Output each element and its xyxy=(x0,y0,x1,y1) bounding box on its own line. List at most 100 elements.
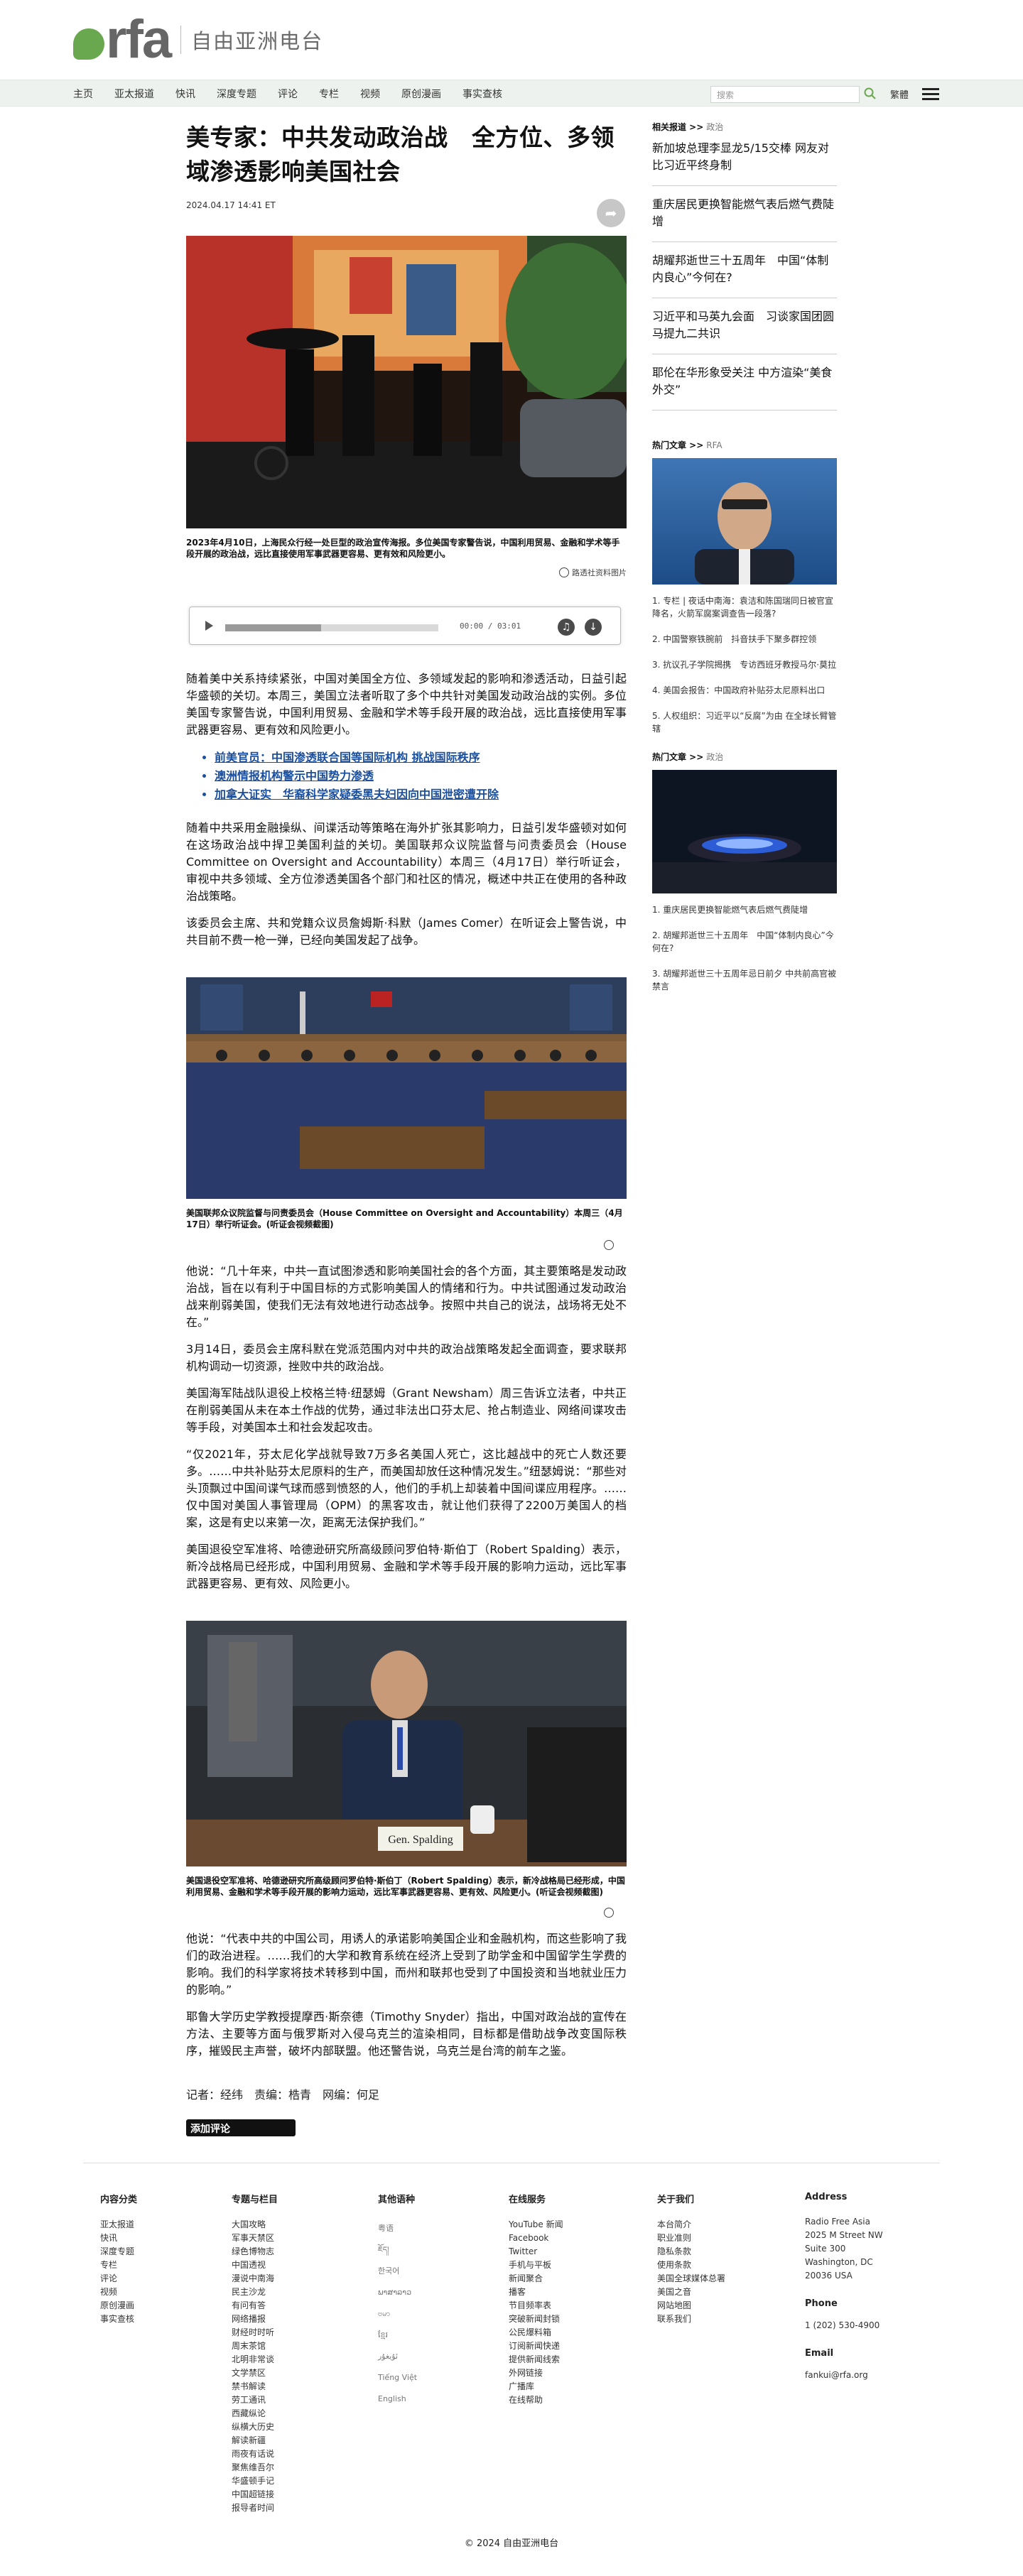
footer-link[interactable]: 评论 xyxy=(100,2272,137,2286)
headphones-icon[interactable]: ♫ xyxy=(558,619,575,636)
hot-article-link[interactable]: 4. 美国会报告：中国政府补贴芬太尼原料出口 xyxy=(652,684,837,697)
footer-link[interactable]: YouTube 新闻 xyxy=(509,2218,563,2232)
hot2-heading[interactable]: 热门文章 >> 政治 xyxy=(652,751,837,763)
nav-item[interactable]: 事实查核 xyxy=(462,87,502,101)
footer-link[interactable]: 中国超链接 xyxy=(232,2488,278,2501)
footer-link[interactable]: 美国之音 xyxy=(657,2286,725,2299)
footer-link[interactable]: ဗမာ xyxy=(378,2303,417,2325)
footer-link[interactable]: 职业准则 xyxy=(657,2232,725,2245)
footer-link[interactable]: 雨夜有话说 xyxy=(232,2447,278,2461)
hot2-article-link[interactable]: 3. 胡耀邦逝世三十五周年忌日前夕 中共前高官被禁言 xyxy=(652,967,837,993)
footer-link[interactable]: ខ្មែរ xyxy=(378,2325,417,2346)
footer-link[interactable]: 西藏纵论 xyxy=(232,2407,278,2420)
photo3-zoom[interactable] xyxy=(186,1908,617,1918)
footer-link[interactable]: 快讯 xyxy=(100,2232,137,2245)
footer-contact[interactable]: fankui@rfa.org xyxy=(805,2369,883,2382)
footer-link[interactable]: 绿色博物志 xyxy=(232,2245,278,2259)
hot-heading[interactable]: 热门文章 >> RFA xyxy=(652,439,837,451)
hot2-article-link[interactable]: 2. 胡耀邦逝世三十五周年 中国“体制内良心”今何在? xyxy=(652,929,837,955)
nav-item[interactable]: 专栏 xyxy=(319,87,339,101)
article-photo-propaganda[interactable] xyxy=(186,236,627,528)
footer-link[interactable]: 播客 xyxy=(509,2286,563,2299)
footer-link[interactable]: 纵横大历史 xyxy=(232,2420,278,2434)
nav-item[interactable]: 亚太报道 xyxy=(114,87,154,101)
footer-link[interactable]: 财经时时听 xyxy=(232,2326,278,2339)
footer-link[interactable]: 有问有答 xyxy=(232,2299,278,2313)
footer-link[interactable]: English xyxy=(378,2388,417,2410)
rfa-logo[interactable]: rfa 自由亚洲电台 xyxy=(73,13,323,67)
footer-link[interactable]: 华盛顿手记 xyxy=(232,2474,278,2488)
article-photo-spalding[interactable]: Gen. Spalding xyxy=(186,1621,627,1866)
footer-link[interactable]: 订阅新闻快递 xyxy=(509,2339,563,2353)
play-icon[interactable] xyxy=(205,621,213,631)
hot-article-link[interactable]: 2. 中国警察铁腕前 抖音扶手下聚多群控领 xyxy=(652,633,837,646)
footer-link[interactable]: 周末茶馆 xyxy=(232,2339,278,2353)
related-story-link[interactable]: 耶伦在华形象受关注 中方渲染“美食外交” xyxy=(652,354,837,411)
footer-link[interactable]: ئۇيغۇر xyxy=(378,2346,417,2367)
hot-article-photo[interactable] xyxy=(652,458,837,585)
nav-item[interactable]: 原创漫画 xyxy=(401,87,441,101)
nav-item[interactable]: 评论 xyxy=(278,87,298,101)
related-link[interactable]: 前美官员：中国渗透联合国等国际机构 挑战国际秩序 xyxy=(215,749,627,767)
footer-link[interactable]: 劳工通讯 xyxy=(232,2393,278,2407)
footer-link[interactable]: 外网链接 xyxy=(509,2366,563,2380)
related-link[interactable]: 加拿大证实 华裔科学家疑委黑夫妇因向中国泄密遭开除 xyxy=(215,786,627,804)
related-link[interactable]: 澳洲情报机构警示中国势力渗透 xyxy=(215,767,627,786)
footer-link[interactable]: 网络播报 xyxy=(232,2313,278,2326)
footer-link[interactable]: ཇོད། xyxy=(378,2239,417,2261)
traditional-chinese-link[interactable]: 繁體 xyxy=(890,87,909,101)
footer-link[interactable]: 新闻聚合 xyxy=(509,2272,563,2286)
footer-link[interactable]: 手机与平板 xyxy=(509,2259,563,2272)
search-input[interactable]: 搜索 xyxy=(710,86,860,103)
hot-article-link[interactable]: 1. 专栏 | 夜话中南海：袁洁和陈国瑞同日被官宣降名，火箭军腐案调查告一段落? xyxy=(652,594,837,620)
footer-link[interactable]: 突破新闻封锁 xyxy=(509,2313,563,2326)
audio-progress-bar[interactable] xyxy=(225,624,438,631)
footer-link[interactable]: 专栏 xyxy=(100,2259,137,2272)
footer-link[interactable]: 公民爆料箱 xyxy=(509,2326,563,2339)
footer-link[interactable]: 民主沙龙 xyxy=(232,2286,278,2299)
footer-link[interactable]: 深度专题 xyxy=(100,2245,137,2259)
footer-link[interactable]: 在线帮助 xyxy=(509,2393,563,2407)
footer-link[interactable]: 广播库 xyxy=(509,2380,563,2393)
related-story-link[interactable]: 重庆居民更换智能燃气表后燃气费陡增 xyxy=(652,186,837,242)
footer-link[interactable]: 亚太报道 xyxy=(100,2218,137,2232)
footer-link[interactable]: 粤语 xyxy=(378,2218,417,2239)
nav-item[interactable]: 视频 xyxy=(360,87,380,101)
photo1-credit[interactable]: 路透社资料图片 xyxy=(186,567,627,578)
footer-link[interactable]: 聚焦维吾尔 xyxy=(232,2461,278,2474)
footer-link[interactable]: 隐私条款 xyxy=(657,2245,725,2259)
footer-link[interactable]: 联系我们 xyxy=(657,2313,725,2326)
footer-link[interactable]: 视频 xyxy=(100,2286,137,2299)
add-comment-button[interactable]: 添加评论 xyxy=(186,2119,296,2136)
footer-link[interactable]: 报导者时间 xyxy=(232,2501,278,2515)
download-icon[interactable]: ↓ xyxy=(585,619,602,636)
nav-item[interactable]: 快讯 xyxy=(175,87,195,101)
footer-link[interactable]: 漫说中南海 xyxy=(232,2272,278,2286)
hot-article-link[interactable]: 5. 人权组织：习近平以“反腐”为由 在全球长臂管辖 xyxy=(652,710,837,735)
hot-article-link[interactable]: 3. 抗议孔子学院揭携 专访西班牙教授马尔·莫拉 xyxy=(652,658,837,671)
footer-link[interactable]: 网站地图 xyxy=(657,2299,725,2313)
related-heading[interactable]: 相关报道 >> 政治 xyxy=(652,121,837,133)
footer-link[interactable]: 大国攻略 xyxy=(232,2218,278,2232)
related-story-link[interactable]: 新加坡总理李显龙5/15交棒 网友对比习近平终身制 xyxy=(652,140,837,186)
photo2-zoom[interactable] xyxy=(186,1240,617,1250)
footer-link[interactable]: Facebook xyxy=(509,2232,563,2245)
footer-link[interactable]: 文学禁区 xyxy=(232,2366,278,2380)
hot2-article-photo[interactable] xyxy=(652,770,837,893)
hot2-article-link[interactable]: 1. 重庆居民更换智能燃气表后燃气费陡增 xyxy=(652,903,837,916)
footer-link[interactable]: Twitter xyxy=(509,2245,563,2259)
related-story-link[interactable]: 习近平和马英九会面 习谈家国团圆 马提九二共识 xyxy=(652,298,837,354)
search-icon[interactable] xyxy=(863,87,877,101)
footer-link[interactable]: Tiếng Việt xyxy=(378,2367,417,2388)
footer-link[interactable]: 北明非常谈 xyxy=(232,2353,278,2366)
footer-link[interactable]: 事实查核 xyxy=(100,2313,137,2326)
footer-link[interactable]: 美国全球媒体总署 xyxy=(657,2272,725,2286)
footer-link[interactable]: 使用条款 xyxy=(657,2259,725,2272)
footer-link[interactable]: 中国透视 xyxy=(232,2259,278,2272)
article-photo-hearing[interactable] xyxy=(186,977,627,1199)
footer-link[interactable]: 节目频率表 xyxy=(509,2299,563,2313)
footer-link[interactable]: 한국어 xyxy=(378,2261,417,2282)
footer-link[interactable]: 提供新闻线索 xyxy=(509,2353,563,2366)
footer-link[interactable]: ພາສາລາວ xyxy=(378,2282,417,2303)
hamburger-menu-icon[interactable] xyxy=(922,88,939,100)
